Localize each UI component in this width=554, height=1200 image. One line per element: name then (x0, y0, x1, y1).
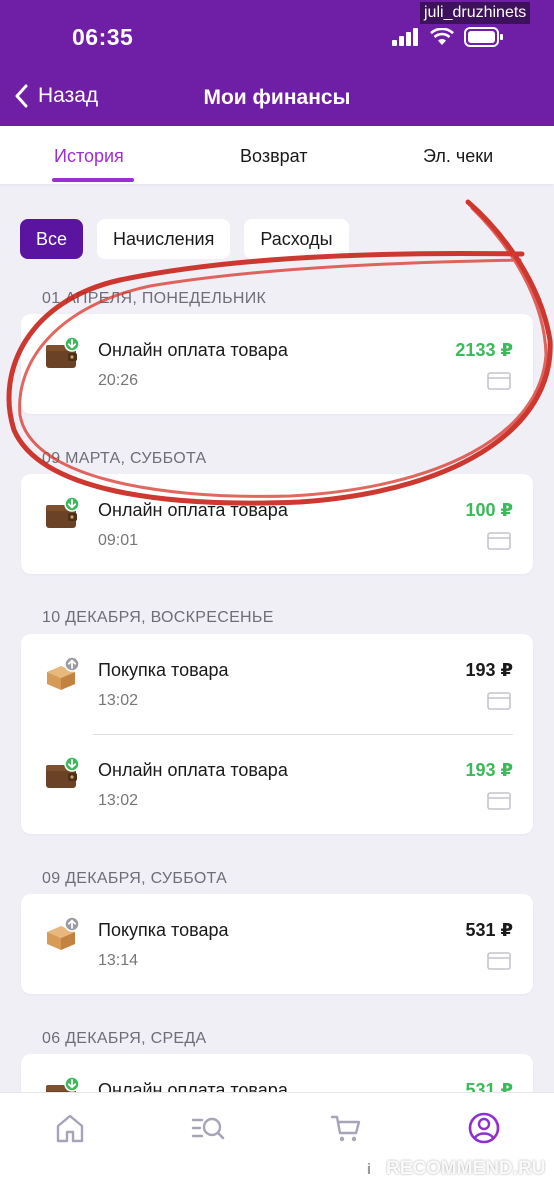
date-header: 06 ДЕКАБРЯ, СРЕДА (42, 1030, 207, 1047)
bank-card-icon (487, 532, 511, 550)
signal-icon (392, 28, 418, 46)
transaction-amount: 193 ₽ (465, 760, 513, 780)
profile-icon[interactable] (467, 1111, 501, 1145)
box-icon (47, 656, 80, 690)
wallet-icon (46, 756, 80, 788)
tab-history[interactable]: История (54, 146, 124, 167)
transaction-row[interactable]: Онлайн оплата товара 13:02 193 ₽ (21, 734, 533, 834)
page-title: Мои финансы (203, 86, 351, 109)
date-header: 09 МАРТА, СУББОТА (42, 450, 207, 467)
transaction-card: Покупка товара 13:14 531 ₽ (21, 894, 533, 994)
transaction-title: Покупка товара (98, 660, 229, 680)
transaction-card: Онлайн оплата товара 09:01 100 ₽ (21, 474, 533, 574)
app-header: 06:35 juli_druzhinets Назад Мои финансы (0, 0, 554, 126)
transaction-amount: 100 ₽ (465, 500, 513, 520)
date-header: 10 ДЕКАБРЯ, ВОСКРЕСЕНЬЕ (42, 609, 274, 626)
bank-card-icon (487, 952, 511, 970)
bank-card-icon (487, 792, 511, 810)
wifi-icon (430, 28, 454, 45)
row-divider (93, 734, 513, 735)
transaction-time: 13:14 (98, 952, 139, 969)
tab-active-indicator (52, 178, 134, 182)
date-header: 01 АПРЕЛЯ, ПОНЕДЕЛЬНИК (42, 290, 267, 307)
transaction-title: Онлайн оплата товара (98, 500, 288, 520)
transaction-row[interactable]: Покупка товара 13:02 193 ₽ (21, 634, 533, 734)
transaction-time: 09:01 (98, 532, 139, 549)
recommend-logo-icon: i (358, 1158, 380, 1180)
transaction-card: Покупка товара 13:02 193 ₽ Онлайн оплата… (21, 634, 533, 834)
filter-expenses[interactable]: Расходы (244, 219, 349, 259)
bank-card-icon (487, 372, 511, 390)
transaction-amount: 193 ₽ (465, 660, 513, 680)
transaction-row[interactable]: Покупка товара 13:14 531 ₽ (21, 894, 533, 994)
wallet-icon (46, 336, 80, 368)
site-watermark-text: RECOMMEND.RU (386, 1158, 546, 1179)
tab-bar: История Возврат Эл. чеки (0, 126, 554, 184)
battery-icon (464, 27, 503, 47)
transaction-title: Онлайн оплата товара (98, 340, 288, 360)
transaction-title: Онлайн оплата товара (98, 760, 288, 780)
transaction-title: Покупка товара (98, 920, 229, 940)
filter-income[interactable]: Начисления (97, 219, 231, 259)
catalog-search-icon[interactable] (191, 1111, 225, 1145)
cart-icon[interactable] (329, 1111, 363, 1145)
transaction-row[interactable]: Онлайн оплата товара 20:26 2133 ₽ (21, 314, 533, 414)
filter-all[interactable]: Все (20, 219, 84, 259)
watermark-username: juli_druzhinets (420, 2, 531, 24)
tab-returns[interactable]: Возврат (240, 146, 308, 167)
transaction-time: 13:02 (98, 792, 139, 809)
bank-card-icon (487, 692, 511, 710)
bottom-navigation (0, 1092, 554, 1200)
transaction-time: 13:02 (98, 692, 139, 709)
transaction-row[interactable]: Онлайн оплата товара 09:01 100 ₽ (21, 474, 533, 574)
transaction-time: 20:26 (98, 372, 139, 389)
home-icon[interactable] (53, 1111, 87, 1145)
transaction-amount: 531 ₽ (465, 920, 513, 940)
date-header: 09 ДЕКАБРЯ, СУББОТА (42, 870, 228, 887)
transaction-amount: 2133 ₽ (455, 340, 513, 360)
box-icon (47, 916, 80, 950)
transaction-card: Онлайн оплата товара 20:26 2133 ₽ (21, 314, 533, 414)
wallet-icon (46, 496, 80, 528)
status-time: 06:35 (72, 24, 134, 50)
tab-receipts[interactable]: Эл. чеки (423, 146, 493, 167)
status-icons (392, 27, 504, 47)
filter-chips: Все Начисления Расходы (20, 219, 349, 259)
site-watermark: i RECOMMEND.RU (358, 1158, 545, 1180)
